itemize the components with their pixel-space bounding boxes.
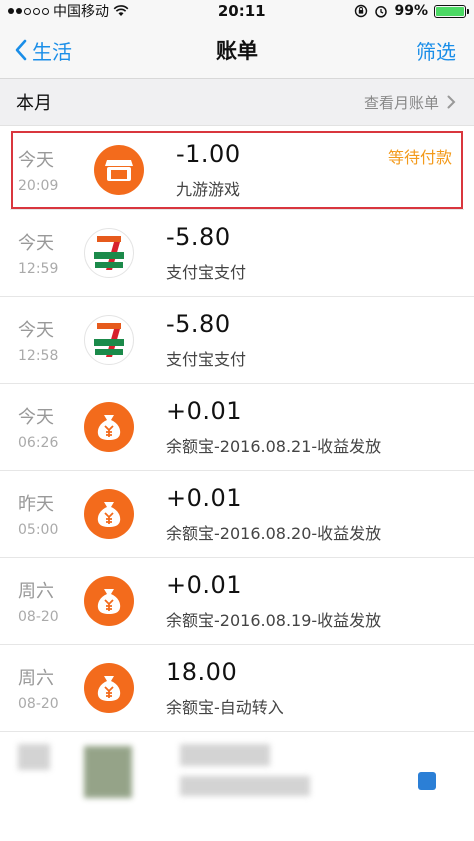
chevron-right-icon: [447, 95, 456, 109]
transaction-amount: -1.00: [176, 139, 241, 168]
transaction-row[interactable]: 今天 20:09 -1.00 九游游戏 等待付款: [10, 130, 464, 210]
transaction-info: -1.00 九游游戏: [176, 140, 241, 200]
carrier-label: 中国移动: [53, 4, 109, 20]
transaction-description: 余额宝-2016.08.19-收益发放: [166, 611, 382, 630]
transaction-description: 余额宝-自动转入: [166, 698, 284, 717]
transaction-info: +0.01 余额宝-2016.08.20-收益发放: [166, 484, 381, 544]
transaction-description: 余额宝-2016.08.20-收益发放: [166, 524, 382, 543]
transaction-description: 支付宝支付: [166, 263, 247, 282]
status-time: 20:11: [217, 2, 266, 20]
money-bag-icon: [84, 402, 134, 452]
transaction-date: 今天 06:26: [0, 403, 70, 451]
transaction-amount: -5.80: [166, 310, 231, 338]
transaction-info: -5.80 支付宝支付: [166, 310, 246, 370]
month-section-header: 本月 查看月账单: [0, 79, 474, 126]
transaction-info: +0.01 余额宝-2016.08.19-收益发放: [166, 571, 381, 631]
wifi-icon: [113, 5, 129, 16]
transaction-description: 九游游戏: [176, 179, 241, 199]
alarm-icon: [375, 6, 388, 18]
transaction-amount: +0.01: [166, 397, 243, 425]
transaction-info: 18.00 余额宝-自动转入: [166, 658, 284, 718]
money-bag-icon: [84, 663, 134, 713]
nav-bar: 生活 账单 筛选: [0, 22, 474, 79]
blurred-row: [0, 732, 474, 812]
transaction-date: 今天 20:09: [10, 146, 80, 194]
transaction-row[interactable]: 周六 08-20 18.00 余额宝-自动转入: [0, 645, 474, 732]
transaction-date: 今天 12:59: [0, 229, 70, 277]
transaction-info: -5.80 支付宝支付: [166, 223, 246, 283]
transaction-row[interactable]: 今天 12:59 -5.80 支付宝支付: [0, 210, 474, 297]
transaction-info: +0.01 余额宝-2016.08.21-收益发放: [166, 397, 381, 457]
transaction-status: 等待付款: [387, 148, 452, 167]
money-bag-icon: [84, 489, 134, 539]
transaction-day: 今天: [18, 233, 54, 254]
chevron-left-icon: [15, 39, 27, 61]
transaction-time: 08-20: [18, 696, 59, 712]
transaction-row[interactable]: 今天 06:26 +0.01 余额宝-2016.08.21-收益发放: [0, 384, 474, 471]
transaction-time: 08-20: [18, 609, 59, 625]
signal-icon: [8, 7, 49, 15]
back-button[interactable]: 生活: [14, 36, 72, 65]
transaction-list: 今天 20:09 -1.00 九游游戏 等待付款 今天 12:59 -5.80 支付宝支付 今天 1…: [0, 130, 474, 732]
transaction-row[interactable]: 周六 08-20 +0.01 余额宝-2016.08.19-收益发放: [0, 558, 474, 645]
transaction-description: 支付宝支付: [166, 350, 247, 369]
transaction-date: 昨天 05:00: [0, 490, 70, 538]
transaction-amount: +0.01: [166, 484, 243, 512]
money-bag-icon: [84, 576, 134, 626]
transaction-date: 周六 08-20: [0, 577, 70, 625]
transaction-time: 05:00: [18, 522, 59, 538]
transaction-time: 20:09: [18, 177, 59, 194]
transaction-day: 周六: [18, 581, 54, 602]
store-icon: [94, 144, 144, 195]
watermark-logo: [418, 772, 436, 790]
status-left: 中国移动: [8, 1, 129, 21]
transaction-time: 12:59: [18, 261, 59, 277]
view-monthly-bill-label: 查看月账单: [363, 93, 439, 112]
battery-icon: [433, 4, 469, 18]
transaction-date: 周六 08-20: [0, 664, 70, 712]
status-bar: 中国移动 20:11 99%: [0, 0, 474, 22]
battery-level: [435, 6, 464, 16]
transaction-day: 周六: [18, 668, 54, 689]
transaction-day: 今天: [18, 320, 54, 341]
rotation-lock-icon: [355, 4, 368, 18]
section-title: 本月: [16, 93, 52, 114]
battery-percent: 99%: [394, 3, 428, 19]
transaction-time: 12:58: [18, 348, 59, 364]
transaction-day: 今天: [18, 149, 54, 171]
transaction-amount: +0.01: [166, 571, 243, 599]
transaction-row[interactable]: 今天 12:58 -5.80 支付宝支付: [0, 297, 474, 384]
transaction-amount: 18.00: [166, 658, 238, 686]
status-right: 99%: [354, 3, 469, 19]
transaction-description: 余额宝-2016.08.21-收益发放: [166, 437, 382, 456]
seven-eleven-icon: [84, 228, 134, 278]
transaction-time: 06:26: [18, 435, 59, 451]
transaction-date: 今天 12:58: [0, 316, 70, 364]
filter-button[interactable]: 筛选: [416, 36, 456, 65]
back-label: 生活: [32, 39, 72, 64]
transaction-row[interactable]: 昨天 05:00 +0.01 余额宝-2016.08.20-收益发放: [0, 471, 474, 558]
transaction-day: 昨天: [18, 494, 54, 515]
transaction-amount: -5.80: [166, 223, 231, 251]
transaction-day: 今天: [18, 407, 54, 428]
seven-eleven-icon: [84, 315, 134, 365]
view-monthly-bill-link[interactable]: 查看月账单: [364, 92, 456, 113]
